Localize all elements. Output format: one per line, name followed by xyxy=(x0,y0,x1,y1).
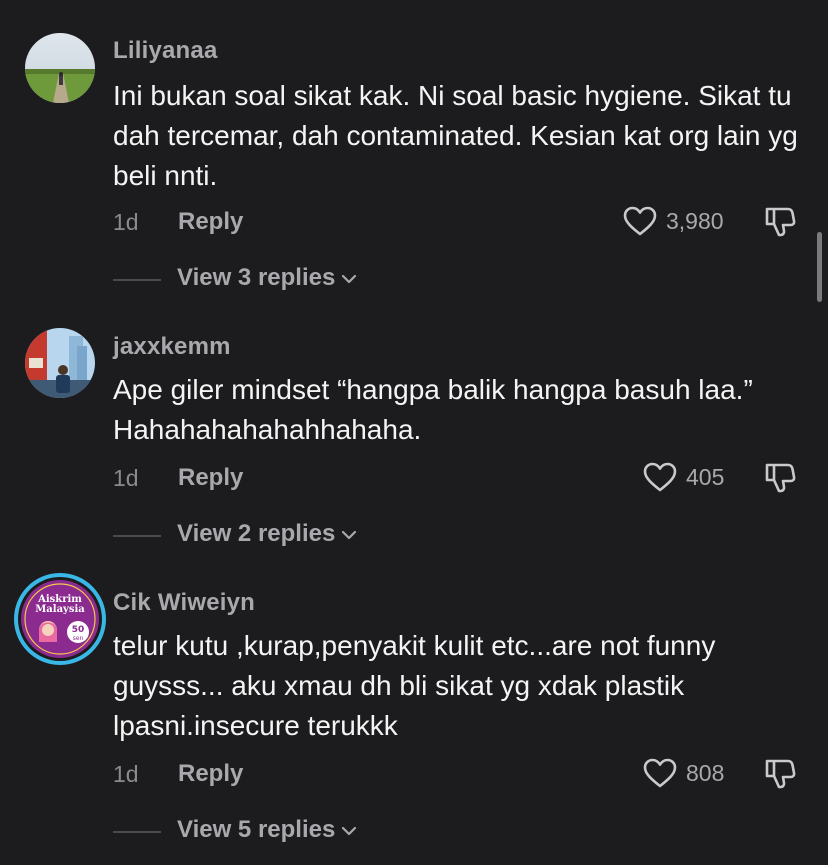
logo-text-2: Malaysia xyxy=(35,604,85,615)
ice-cream-brand-logo: Aiskrim Malaysia 50 sen xyxy=(21,580,99,658)
divider-line xyxy=(113,279,161,281)
comment-text: telur kutu ,kurap,penyakit kulit etc...a… xyxy=(113,630,716,741)
thumbs-down-icon[interactable] xyxy=(763,204,797,238)
heart-outline-icon[interactable] xyxy=(643,462,677,492)
heart-outline-icon[interactable] xyxy=(643,758,677,788)
chevron-down-icon xyxy=(342,530,357,539)
heart-outline-icon[interactable] xyxy=(623,206,657,236)
view-replies-label: View 5 replies xyxy=(177,816,336,843)
like-count: 808 xyxy=(686,760,725,786)
avatar[interactable] xyxy=(25,328,95,398)
comment-username[interactable]: jaxxkemm xyxy=(113,333,231,361)
comment-username[interactable]: Cik Wiweiyn xyxy=(113,589,255,617)
avatar-story-ring[interactable]: Aiskrim Malaysia 50 sen xyxy=(14,573,106,665)
avatar: Aiskrim Malaysia 50 sen xyxy=(18,577,102,661)
comment-text: Ape giler mindset “hangpa balik hangpa b… xyxy=(113,374,753,445)
avatar[interactable] xyxy=(25,33,95,103)
view-replies-label: View 2 replies xyxy=(177,520,336,547)
reply-button[interactable]: Reply xyxy=(178,208,243,236)
logo-unit: sen xyxy=(73,635,84,642)
divider-line xyxy=(113,535,161,537)
like-count: 405 xyxy=(686,464,725,490)
comment-text: Ini bukan soal sikat kak. Ni soal basic … xyxy=(113,80,798,191)
comment-timestamp: 1d xyxy=(113,761,139,787)
like-count: 3,980 xyxy=(666,208,724,234)
comment-username[interactable]: Liliyanaa xyxy=(113,37,218,65)
logo-price: 50 xyxy=(72,625,85,635)
thumbs-down-icon[interactable] xyxy=(763,460,797,494)
scrollbar[interactable] xyxy=(817,232,822,302)
view-replies-button[interactable]: View 2 replies xyxy=(113,520,413,550)
comment-timestamp: 1d xyxy=(113,209,139,235)
thumbs-down-icon[interactable] xyxy=(763,756,797,790)
reply-button[interactable]: Reply xyxy=(178,760,243,788)
reply-button[interactable]: Reply xyxy=(178,464,243,492)
view-replies-button[interactable]: View 3 replies xyxy=(113,264,413,294)
divider-line xyxy=(113,831,161,833)
comments-screen: Liliyanaa Ini bukan soal sikat kak. Ni s… xyxy=(0,0,828,865)
chevron-down-icon xyxy=(342,274,357,283)
view-replies-label: View 3 replies xyxy=(177,264,336,291)
chevron-down-icon xyxy=(342,826,357,835)
view-replies-button[interactable]: View 5 replies xyxy=(113,816,413,846)
comment-timestamp: 1d xyxy=(113,465,139,491)
